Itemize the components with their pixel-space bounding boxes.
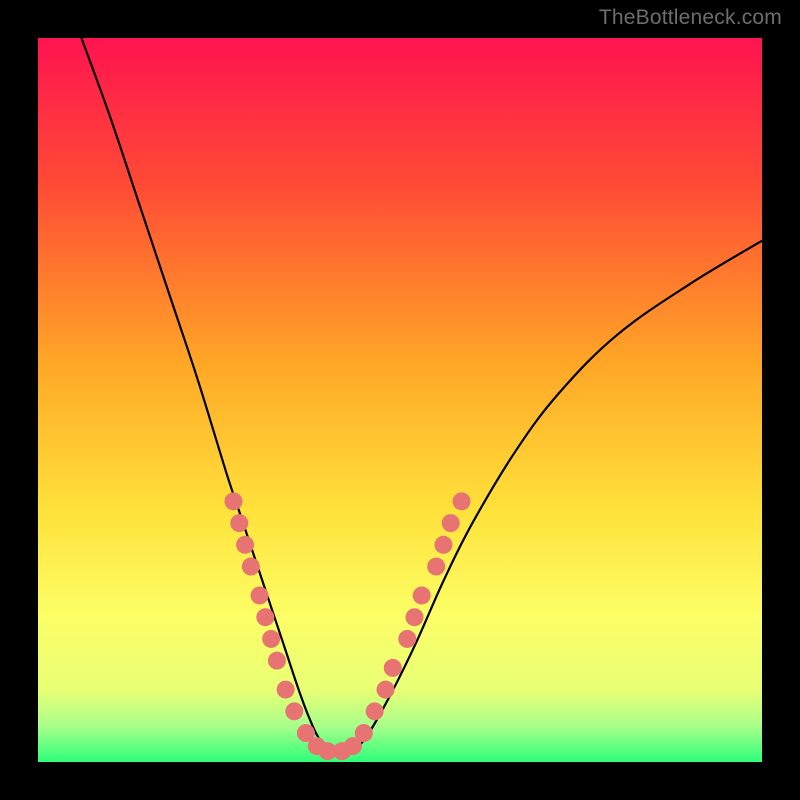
curve-marker: [377, 681, 395, 699]
curve-marker: [405, 608, 423, 626]
curve-marker: [242, 558, 260, 576]
curve-marker: [453, 492, 471, 510]
curve-marker: [251, 586, 269, 604]
curve-marker: [256, 608, 274, 626]
curve-marker: [355, 724, 373, 742]
curve-marker: [413, 586, 431, 604]
curve-marker: [224, 492, 242, 510]
curve-marker: [277, 681, 295, 699]
watermark-text: TheBottleneck.com: [599, 6, 782, 30]
curve-layer: [38, 38, 762, 762]
curve-marker: [398, 630, 416, 648]
curve-marker: [268, 652, 286, 670]
curve-marker: [236, 536, 254, 554]
curve-marker: [427, 558, 445, 576]
marker-group: [224, 492, 470, 760]
chart-frame: TheBottleneck.com: [0, 0, 800, 800]
curve-marker: [230, 514, 248, 532]
plot-area: [38, 38, 762, 762]
curve-marker: [262, 630, 280, 648]
bottleneck-curve: [81, 38, 762, 753]
curve-marker: [434, 536, 452, 554]
curve-marker: [442, 514, 460, 532]
curve-marker: [384, 659, 402, 677]
curve-marker: [285, 702, 303, 720]
curve-marker: [366, 702, 384, 720]
